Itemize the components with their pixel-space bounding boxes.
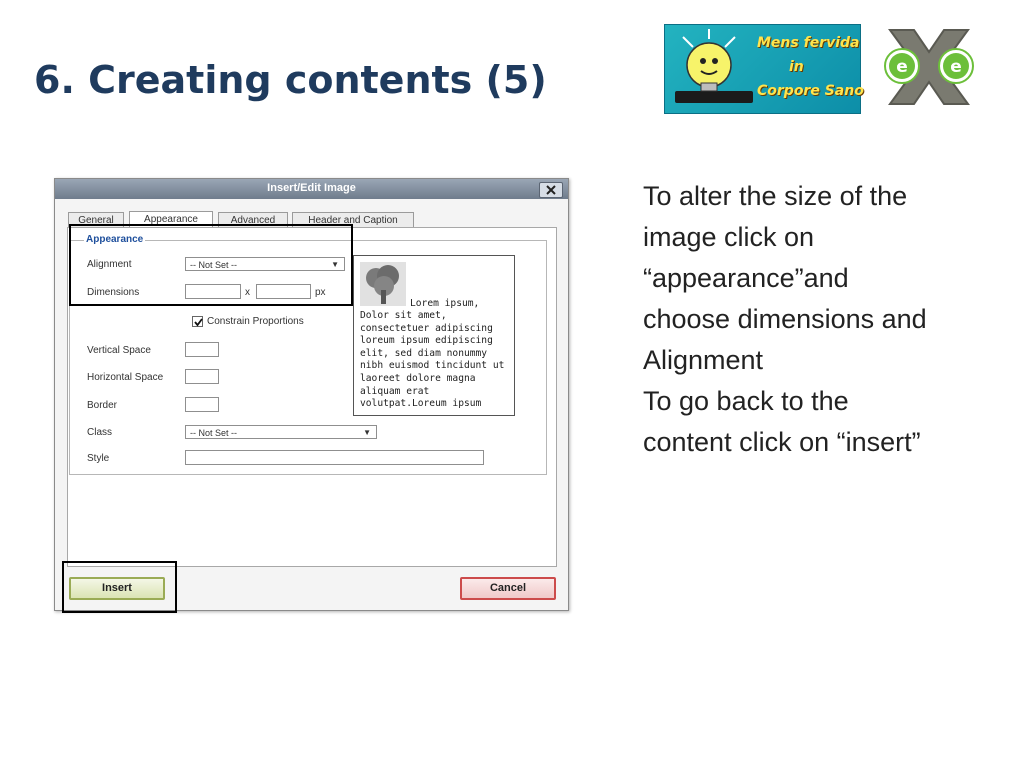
mens-fervida-logo: Mens fervida in Corpore Sano [664, 24, 864, 114]
instruction-line: To go back to the [643, 386, 849, 416]
cancel-button[interactable]: Cancel [460, 577, 556, 600]
close-icon [546, 185, 556, 195]
preview-text-body: Dolor sit amet, consectetuer adipiscing … [360, 310, 505, 410]
checkmark-icon [194, 318, 203, 327]
instruction-line: content click on “insert” [643, 427, 921, 457]
vertical-space-input[interactable] [185, 342, 219, 357]
exe-logo-icon: e e [880, 22, 978, 112]
instructions-text: To alter the size of the image click on … [643, 176, 1003, 463]
dropdown-arrow-icon: ▼ [363, 428, 371, 437]
class-select-value: -- Not Set -- [190, 428, 238, 438]
svg-text:e: e [896, 57, 908, 77]
constrain-proportions-label: Constrain Proportions [207, 316, 304, 327]
highlight-appearance-box [69, 224, 353, 306]
preview-text-first-line: Lorem ipsum, [410, 298, 480, 309]
instruction-line: To alter the size of the [643, 181, 908, 211]
logo-line-1: Mens fervida [757, 35, 860, 51]
dialog-title: Insert/Edit Image [267, 182, 356, 194]
style-label: Style [87, 453, 110, 464]
logo-line-2: in [789, 59, 804, 75]
instruction-line: “appearance”and [643, 263, 849, 293]
class-label: Class [87, 427, 113, 438]
constrain-proportions-checkbox[interactable] [192, 316, 203, 327]
logo-line-3: Corpore Sano [757, 83, 864, 99]
instruction-line: choose dimensions and [643, 304, 927, 334]
border-label: Border [87, 400, 118, 411]
tree-image-icon [360, 262, 406, 306]
style-input[interactable] [185, 450, 484, 465]
instruction-line: Alignment [643, 345, 764, 375]
instruction-line: image click on [643, 222, 815, 252]
svg-text:e: e [950, 57, 962, 77]
vertical-space-label: Vertical Space [87, 345, 151, 356]
image-preview: Lorem ipsum, Dolor sit amet, consectetue… [353, 255, 515, 416]
horizontal-space-label: Horizontal Space [87, 372, 164, 383]
border-input[interactable] [185, 397, 219, 412]
close-button[interactable] [539, 182, 563, 198]
horizontal-space-input[interactable] [185, 369, 219, 384]
highlight-insert-box [62, 561, 177, 613]
class-select[interactable]: -- Not Set -- ▼ [185, 425, 377, 439]
slide-title: 6. Creating contents (5) [34, 58, 547, 102]
dialog-titlebar[interactable]: Insert/Edit Image [55, 179, 568, 199]
